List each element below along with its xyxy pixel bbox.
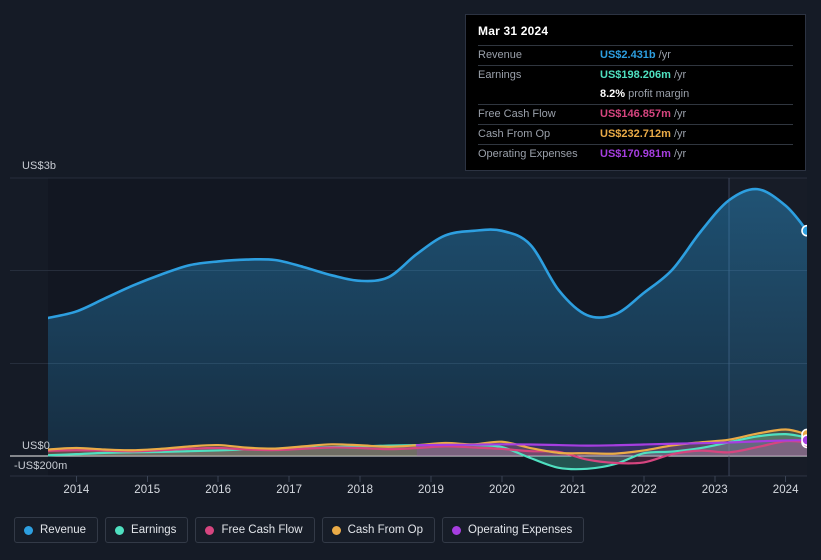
tooltip-row-key: Cash From Op: [478, 128, 600, 140]
legend-item-label: Cash From Op: [348, 524, 423, 536]
y-axis-label-bottom: -US$200m: [14, 460, 67, 472]
legend-item-earnings[interactable]: Earnings: [105, 517, 188, 543]
tooltip-rows: RevenueUS$2.431b/yrEarningsUS$198.206m/y…: [478, 45, 793, 164]
tooltip-row: RevenueUS$2.431b/yr: [478, 45, 793, 65]
tooltip-row-unit: profit margin: [628, 88, 689, 100]
legend-item-label: Operating Expenses: [468, 524, 572, 536]
tooltip-row-value: US$232.712m: [600, 128, 671, 140]
x-axis-tick-2016: 2016: [205, 484, 231, 496]
tooltip-row-value-wrap: US$170.981m/yr: [600, 148, 686, 160]
tooltip-row-unit: /yr: [674, 128, 686, 140]
tooltip-row-value-wrap: US$232.712m/yr: [600, 128, 686, 140]
tooltip-date: Mar 31 2024: [478, 23, 793, 45]
tooltip-row-unit: /yr: [674, 69, 686, 81]
legend-color-dot: [24, 526, 33, 535]
tooltip-row-value: US$170.981m: [600, 148, 671, 160]
legend-item-label: Earnings: [131, 524, 176, 536]
tooltip-row-value-wrap: 8.2%profit margin: [600, 88, 689, 100]
tooltip-row-value-wrap: US$198.206m/yr: [600, 69, 686, 81]
x-axis-tick-2018: 2018: [347, 484, 373, 496]
tooltip-row: Operating ExpensesUS$170.981m/yr: [478, 144, 793, 164]
tooltip-row-unit: /yr: [659, 49, 671, 61]
legend-item-operating-expenses[interactable]: Operating Expenses: [442, 517, 584, 543]
tooltip-row-value: US$2.431b: [600, 49, 656, 61]
x-axis-tick-2021: 2021: [560, 484, 586, 496]
tooltip-row: 8.2%profit margin: [478, 85, 793, 104]
endpoint-marker-operating-expenses: [802, 435, 812, 445]
tooltip-row-key: Earnings: [478, 69, 600, 81]
tooltip-row-value-wrap: US$2.431b/yr: [600, 49, 671, 61]
legend-item-revenue[interactable]: Revenue: [14, 517, 98, 543]
x-axis-tick-2024: 2024: [773, 484, 799, 496]
x-axis-tick-2019: 2019: [418, 484, 444, 496]
x-axis-tick-2014: 2014: [63, 484, 89, 496]
tooltip-row-unit: /yr: [674, 108, 686, 120]
legend-color-dot: [205, 526, 214, 535]
legend-item-cash-from-op[interactable]: Cash From Op: [322, 517, 435, 543]
x-axis-tick-2023: 2023: [702, 484, 728, 496]
tooltip-row-value: 8.2%: [600, 88, 625, 100]
y-axis-label-top: US$3b: [22, 160, 56, 172]
tooltip-row-unit: /yr: [674, 148, 686, 160]
legend-color-dot: [115, 526, 124, 535]
tooltip-row-key: Revenue: [478, 49, 600, 61]
tooltip-row-value: US$146.857m: [600, 108, 671, 120]
x-axis-tick-2020: 2020: [489, 484, 515, 496]
tooltip-row-value-wrap: US$146.857m/yr: [600, 108, 686, 120]
endpoint-marker-revenue: [802, 226, 812, 236]
legend-color-dot: [452, 526, 461, 535]
chart-legend: Revenue Earnings Free Cash Flow Cash From O…: [14, 517, 584, 543]
tooltip-row: Free Cash FlowUS$146.857m/yr: [478, 104, 793, 124]
tooltip-row-value: US$198.206m: [600, 69, 671, 81]
tooltip-row: EarningsUS$198.206m/yr: [478, 65, 793, 85]
legend-item-label: Free Cash Flow: [221, 524, 302, 536]
legend-item-label: Revenue: [40, 524, 86, 536]
x-axis-tick-2015: 2015: [134, 484, 160, 496]
x-axis-tick-2022: 2022: [631, 484, 657, 496]
tooltip-row-key: Free Cash Flow: [478, 108, 600, 120]
tooltip-row: Cash From OpUS$232.712m/yr: [478, 124, 793, 144]
chart-tooltip: Mar 31 2024 RevenueUS$2.431b/yrEarningsU…: [465, 14, 806, 171]
legend-color-dot: [332, 526, 341, 535]
y-axis-label-zero: US$0: [22, 440, 50, 452]
legend-item-free-cash-flow[interactable]: Free Cash Flow: [195, 517, 314, 543]
x-axis-tick-2017: 2017: [276, 484, 302, 496]
tooltip-row-key: Operating Expenses: [478, 148, 600, 160]
